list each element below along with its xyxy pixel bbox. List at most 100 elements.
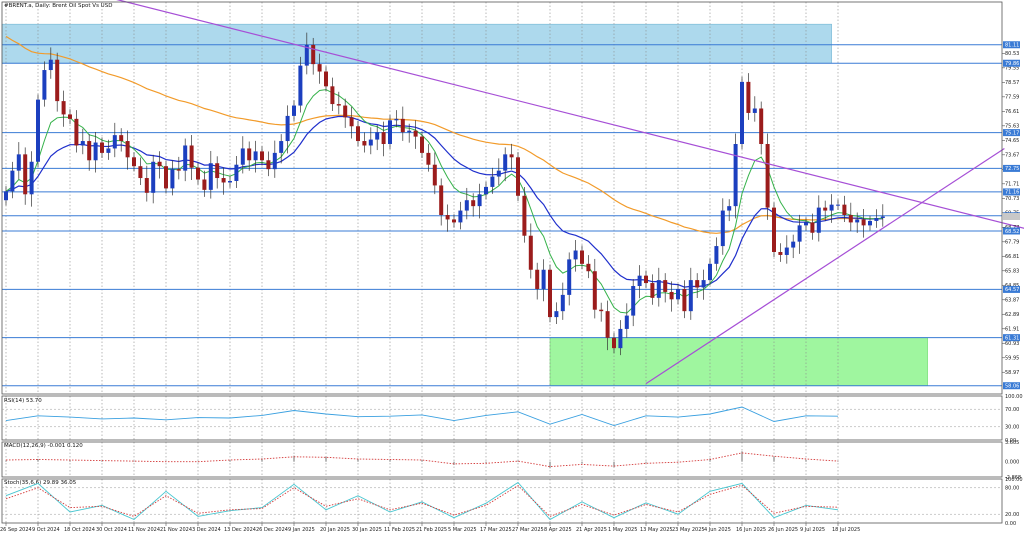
bull-candle (708, 263, 712, 281)
bull-candle (240, 148, 245, 165)
bull-candle (228, 180, 232, 183)
bear-candle (663, 280, 668, 292)
bull-candle (618, 328, 623, 349)
bull-candle (4, 191, 8, 201)
bear-candle (452, 219, 456, 223)
time-tick-label: 11 Nov 2024 (128, 527, 160, 533)
bull-candle (656, 280, 661, 298)
macd-title: MACD(12,26,9) -0.001 0.120 (4, 443, 83, 449)
time-tick-label: 26 Jun 2025 (768, 527, 798, 533)
bull-candle (740, 81, 744, 145)
bull-candle (752, 108, 757, 113)
bear-candle (132, 157, 136, 167)
bull-candle (388, 120, 392, 145)
time-tick-label: 9 Jul 2025 (800, 527, 825, 533)
time-tick-label: 1 May 2025 (608, 527, 637, 533)
bull-candle (234, 164, 239, 181)
bull-candle (784, 247, 789, 255)
bear-candle (336, 104, 341, 106)
price-tick-label: 70.73 (1005, 196, 1019, 202)
price-tick-label: 62.89 (1005, 312, 1019, 318)
time-tick-label: 27 Mar 2025 (512, 527, 544, 533)
level-price-label: 79.86 (1005, 61, 1019, 67)
bear-candle (343, 105, 348, 118)
bear-candle (311, 44, 316, 65)
price-tick-label: 66.81 (1005, 254, 1019, 260)
price-tick-label: 58.97 (1005, 370, 1019, 376)
bear-candle (695, 280, 700, 288)
indicator-tick-label: 80.00 (1005, 486, 1019, 492)
price-tick-label: 74.65 (1005, 138, 1019, 144)
bear-candle (548, 269, 552, 318)
bull-candle (714, 246, 719, 264)
bear-candle (580, 250, 584, 264)
bull-candle (874, 217, 879, 221)
bear-candle (400, 118, 405, 133)
bear-candle (247, 148, 252, 161)
bear-candle (522, 195, 527, 236)
time-tick-label: 26 Dec 2024 (256, 527, 288, 533)
bear-candle (119, 135, 124, 142)
bear-candle (516, 157, 520, 196)
bear-candle (778, 251, 783, 255)
bull-candle (112, 135, 117, 149)
time-tick-label: 8 Apr 2025 (544, 527, 572, 533)
time-tick-label: 4 Jun 2025 (704, 527, 731, 533)
time-tick-label: 26 Sep 2024 (0, 527, 32, 533)
bull-candle (868, 220, 872, 226)
price-tick-label: 73.67 (1005, 153, 1019, 159)
bull-candle (279, 141, 284, 153)
bear-candle (535, 269, 540, 289)
bull-candle (631, 286, 636, 316)
indicator-tick-label: 100.00 (1005, 394, 1023, 400)
bear-candle (759, 108, 764, 145)
bear-candle (592, 271, 597, 310)
bear-candle (612, 337, 616, 349)
bull-candle (797, 225, 802, 242)
indicator-tick-label: 20.00 (1005, 512, 1019, 518)
bull-candle (285, 115, 290, 142)
bear-candle (74, 118, 79, 146)
bull-candle (253, 151, 258, 161)
bull-candle (573, 250, 578, 260)
indicator-tick-label: 100.00 (1005, 477, 1023, 483)
resistance-zone (1, 23, 832, 64)
bull-candle (368, 139, 373, 146)
bear-candle (599, 309, 604, 312)
bull-candle (477, 194, 482, 207)
time-tick-label: 20 Jan 2025 (320, 527, 350, 533)
indicator-tick-label: 70.00 (1005, 407, 1019, 413)
bear-candle (125, 141, 130, 158)
bull-candle (375, 132, 380, 140)
bull-candle (170, 169, 175, 189)
bull-candle (816, 207, 821, 233)
time-tick-label: 30 Oct 2024 (96, 527, 127, 533)
level-price-label: 72.75 (1005, 166, 1019, 172)
level-price-label: 71.16 (1005, 190, 1019, 196)
bear-candle (221, 178, 226, 183)
indicator-tick-label: 30.00 (1005, 425, 1019, 431)
time-tick-label: 9 Oct 2024 (32, 527, 60, 533)
bull-candle (394, 118, 399, 121)
price-tick-label: 59.95 (1005, 356, 1019, 362)
level-price-label: 58.06 (1005, 384, 1019, 390)
bull-candle (208, 163, 213, 190)
price-tick-label: 75.63 (1005, 124, 1019, 130)
time-tick-label: 21 Feb 2025 (416, 527, 447, 533)
support-zone (549, 337, 928, 387)
trading-chart[interactable]: #BRENT.a, Daily: Brent Oil Spot Vs USD R… (0, 0, 1024, 534)
bull-candle (727, 206, 732, 211)
bear-candle (349, 117, 354, 127)
bull-candle (701, 280, 706, 288)
bull-candle (567, 259, 572, 295)
price-tick-label: 80.53 (1005, 51, 1019, 57)
bear-candle (605, 311, 610, 338)
bear-candle (650, 283, 655, 298)
level-price-label: 68.52 (1005, 229, 1019, 235)
bear-candle (842, 204, 847, 216)
bull-candle (880, 216, 885, 218)
bull-candle (407, 130, 412, 133)
bear-candle (420, 136, 424, 153)
bear-candle (772, 207, 776, 252)
bear-candle (381, 132, 386, 145)
